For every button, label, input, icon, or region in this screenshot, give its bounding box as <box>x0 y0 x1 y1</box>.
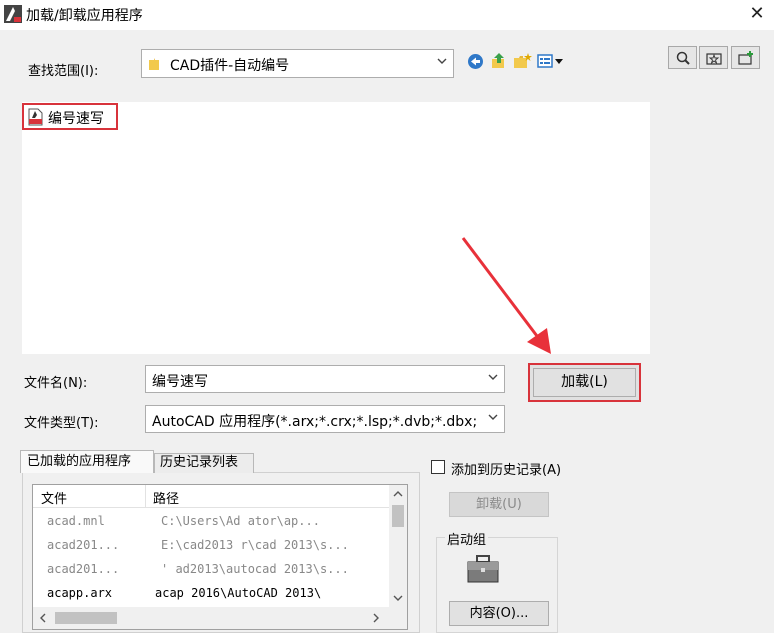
filename-label: 文件名(N): <box>24 376 88 391</box>
search-icon <box>676 51 690 65</box>
unload-button[interactable]: 卸载(U) <box>449 492 549 517</box>
annotation-arrow <box>461 237 551 354</box>
chevron-down-icon <box>488 414 498 420</box>
add-to-favorites-icon <box>738 51 753 65</box>
vertical-scrollbar[interactable] <box>389 485 407 607</box>
contents-button[interactable]: 内容(O)... <box>449 601 549 626</box>
table-row-path: ' ad2013\autocad 2013\s... <box>161 562 349 576</box>
filename-combo[interactable]: 编号速写 <box>145 365 505 393</box>
favorites-folder-icon <box>706 53 722 65</box>
chevron-down-icon <box>437 58 447 64</box>
table-row[interactable]: acad.mnl <box>47 514 105 528</box>
window-title: 加载/卸载应用程序 <box>26 8 143 24</box>
tab-history-list[interactable]: 历史记录列表 <box>154 453 254 473</box>
tab-loaded-apps[interactable]: 已加载的应用程序 <box>20 450 154 473</box>
load-button[interactable]: 加载(L) <box>533 368 636 397</box>
filename-value: 编号速写 <box>152 374 208 390</box>
filetype-label: 文件类型(T): <box>24 416 99 431</box>
horizontal-scrollbar[interactable] <box>33 607 407 629</box>
add-history-checkbox[interactable] <box>431 460 445 474</box>
close-icon[interactable]: ✕ <box>744 2 770 26</box>
scroll-up-icon[interactable] <box>393 489 403 499</box>
column-divider <box>145 485 146 507</box>
file-item-selected[interactable]: 编号速写 <box>22 103 118 130</box>
filetype-combo[interactable]: AutoCAD 应用程序(*.arx;*.crx;*.lsp;*.dvb;*.d… <box>145 405 505 433</box>
filetype-value: AutoCAD 应用程序(*.arx;*.crx;*.lsp;*.dvb;*.d… <box>152 414 478 430</box>
lookin-value: CAD插件-自动编号 <box>170 58 290 74</box>
folder-icon <box>149 58 159 70</box>
add-favorite-button[interactable] <box>731 46 760 69</box>
list-header: 文件 路径 <box>33 485 389 508</box>
scroll-right-icon[interactable] <box>371 613 381 623</box>
add-history-label: 添加到历史记录(A) <box>451 463 562 478</box>
find-file-button[interactable] <box>668 46 697 69</box>
chevron-down-icon <box>488 374 498 380</box>
file-item-label: 编号速写 <box>48 111 104 127</box>
vertical-scroll-thumb[interactable] <box>392 505 404 527</box>
up-folder-icon[interactable] <box>490 52 508 70</box>
startup-group-label: 启动组 <box>445 529 489 548</box>
table-row[interactable]: acapp.arx <box>47 586 112 600</box>
lookin-combo[interactable]: CAD插件-自动编号 <box>141 49 454 78</box>
table-row[interactable]: acad201... <box>47 562 119 576</box>
table-row-path: E:\cad2013 r\cad 2013\s... <box>161 538 349 552</box>
table-row-path: C:\Users\Ad ator\ap... <box>161 514 320 528</box>
table-row[interactable]: acad201... <box>47 538 119 552</box>
back-arrow-icon[interactable] <box>467 53 484 70</box>
lookin-label: 查找范围(I): <box>28 64 99 79</box>
lisp-file-icon <box>28 108 43 126</box>
column-header-file[interactable]: 文件 <box>41 488 67 507</box>
favorites-button[interactable] <box>699 46 728 69</box>
horizontal-scroll-thumb[interactable] <box>55 612 117 624</box>
new-folder-icon[interactable] <box>513 52 532 70</box>
scroll-down-icon[interactable] <box>393 593 403 603</box>
table-row-path: acap 2016\AutoCAD 2013\ <box>155 586 322 600</box>
view-menu-icon[interactable] <box>537 54 565 68</box>
column-header-path[interactable]: 路径 <box>153 488 179 507</box>
scroll-left-icon[interactable] <box>38 613 48 623</box>
autocad-app-icon <box>4 5 22 23</box>
briefcase-icon[interactable] <box>466 554 500 584</box>
loaded-apps-list[interactable]: 文件 路径 acad.mnl C:\Users\Ad ator\ap... ac… <box>32 484 408 630</box>
